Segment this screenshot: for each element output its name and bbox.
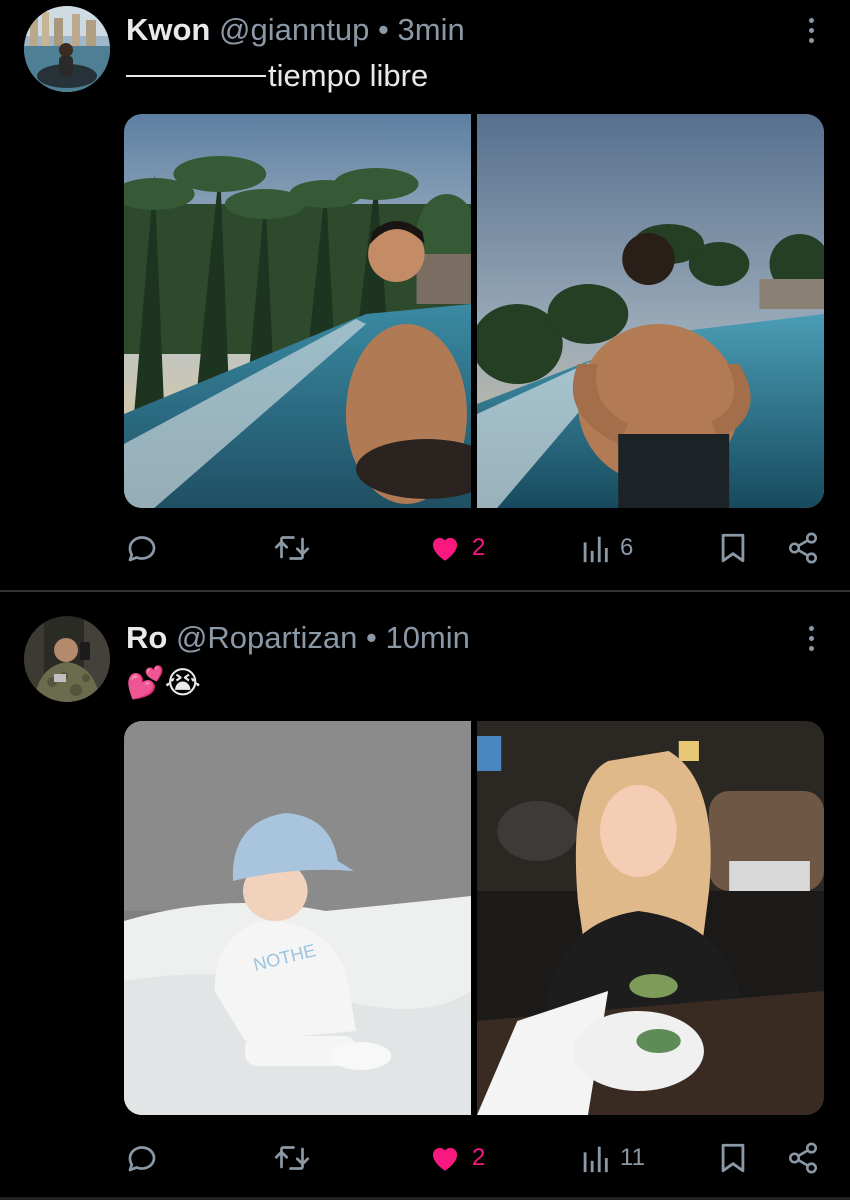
action-bar: 2 6 bbox=[124, 530, 824, 566]
dash-line bbox=[126, 74, 266, 77]
media-grid[interactable] bbox=[124, 114, 824, 508]
heart-icon bbox=[432, 537, 458, 561]
photo-girl-restaurant[interactable] bbox=[477, 721, 824, 1115]
like-count: 2 bbox=[472, 1144, 486, 1171]
reply-button[interactable] bbox=[124, 530, 160, 566]
author-handle[interactable]: @gianntup bbox=[219, 12, 369, 47]
like-count: 2 bbox=[472, 534, 486, 561]
reply-button[interactable] bbox=[124, 1140, 160, 1176]
timestamp[interactable]: 3min bbox=[398, 12, 465, 47]
author-handle[interactable]: @Ropartizan bbox=[176, 620, 357, 655]
heart-icon bbox=[432, 1147, 458, 1171]
post-header: Ro @Ropartizan • 10min bbox=[126, 622, 470, 653]
photo-pool-back[interactable] bbox=[477, 114, 824, 508]
avatar[interactable] bbox=[24, 616, 110, 702]
photo-pool-front[interactable] bbox=[124, 114, 471, 508]
bookmark-button[interactable] bbox=[718, 1140, 748, 1176]
like-button[interactable]: 2 bbox=[428, 1140, 485, 1176]
action-bar: 2 11 bbox=[124, 1140, 824, 1176]
post-text-content: tiempo libre bbox=[268, 58, 429, 93]
avatar[interactable] bbox=[24, 6, 110, 92]
views-button[interactable]: 11 bbox=[580, 1140, 645, 1176]
retweet-button[interactable] bbox=[272, 1140, 312, 1176]
more-options-icon[interactable] bbox=[808, 18, 814, 43]
post-divider bbox=[0, 590, 850, 592]
post-text: tiempo libre bbox=[126, 58, 428, 94]
reply-icon bbox=[128, 536, 156, 562]
author-name[interactable]: Ro bbox=[126, 620, 167, 655]
views-icon bbox=[583, 1146, 608, 1173]
post-text: 💕😭 bbox=[126, 664, 201, 701]
views-button[interactable]: 6 bbox=[580, 530, 633, 566]
photo-baby-cap[interactable]: NOTHE bbox=[124, 721, 471, 1115]
timestamp[interactable]: 10min bbox=[385, 620, 469, 655]
post-emoji: 💕😭 bbox=[126, 665, 201, 700]
bookmark-button[interactable] bbox=[718, 530, 748, 566]
post-kwon[interactable]: Kwon @gianntup • 3min tiempo libre 2 6 bbox=[0, 0, 850, 590]
share-button[interactable] bbox=[786, 1140, 820, 1176]
share-icon bbox=[788, 532, 818, 564]
share-icon bbox=[788, 1142, 818, 1174]
bookmark-icon bbox=[721, 533, 745, 563]
media-grid[interactable]: NOTHE bbox=[124, 721, 824, 1115]
like-button[interactable]: 2 bbox=[428, 530, 485, 566]
retweet-icon bbox=[274, 536, 310, 560]
bookmark-icon bbox=[721, 1143, 745, 1173]
retweet-button[interactable] bbox=[272, 530, 312, 566]
post-header: Kwon @gianntup • 3min bbox=[126, 14, 465, 45]
post-ro[interactable]: Ro @Ropartizan • 10min 💕😭 NOTHE 2 11 bbox=[0, 600, 850, 1200]
view-count: 11 bbox=[620, 1144, 645, 1171]
share-button[interactable] bbox=[786, 530, 820, 566]
retweet-icon bbox=[274, 1146, 310, 1170]
separator-dot: • bbox=[378, 12, 389, 47]
separator-dot: • bbox=[365, 620, 377, 655]
views-icon bbox=[583, 536, 608, 563]
reply-icon bbox=[128, 1146, 156, 1172]
more-options-icon[interactable] bbox=[808, 626, 814, 651]
view-count: 6 bbox=[620, 534, 634, 561]
author-name[interactable]: Kwon bbox=[126, 12, 210, 47]
